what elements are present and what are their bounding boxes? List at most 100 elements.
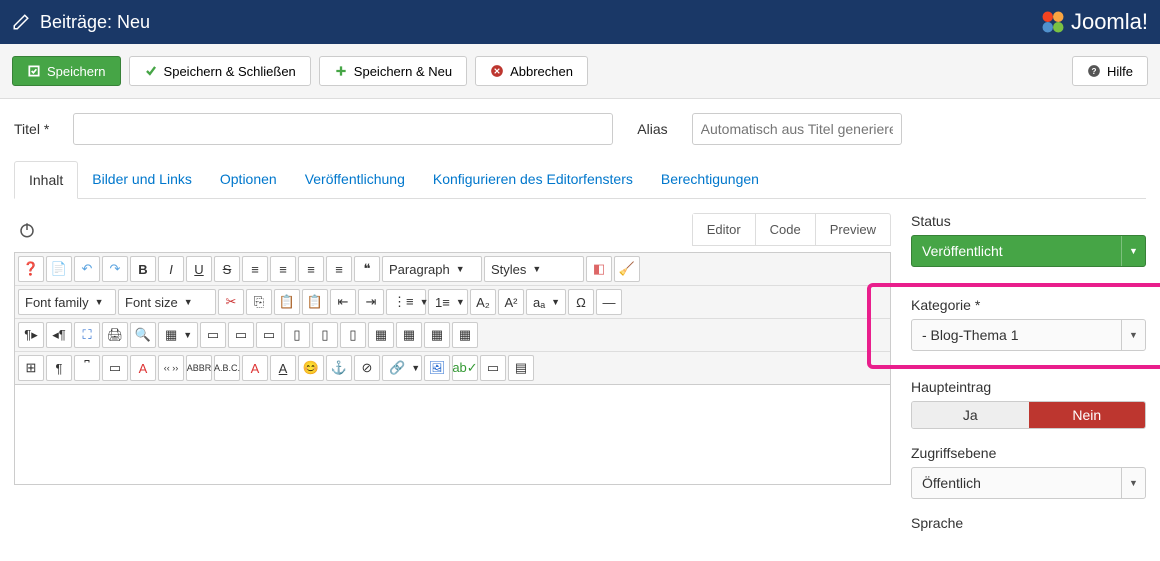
tab-editor-config[interactable]: Konfigurieren des Editorfensters [419, 161, 647, 198]
save-close-button[interactable]: Speichern & Schließen [129, 56, 311, 86]
featured-toggle[interactable]: Ja Nein [911, 401, 1146, 429]
align-center-icon[interactable]: ≡ [270, 256, 296, 282]
nonbreaking-icon[interactable]: ⎴ [74, 355, 100, 381]
list-ol-select[interactable]: 1≡▼ [428, 289, 468, 315]
alias-label: Alias [637, 121, 667, 137]
rtl-icon[interactable]: ◂¶ [46, 322, 72, 348]
cancel-button[interactable]: Abbrechen [475, 56, 588, 86]
admin-header: Beiträge: Neu Joomla! [0, 0, 1160, 44]
subscript-icon[interactable]: A₂ [470, 289, 496, 315]
ins-icon[interactable]: A [242, 355, 268, 381]
search-icon[interactable]: 🔍 [130, 322, 156, 348]
editor-toggle-button[interactable] [14, 217, 40, 243]
access-select[interactable]: Öffentlich ▼ [911, 467, 1146, 499]
fontsize-select[interactable]: Font size▼ [118, 289, 216, 315]
redo-icon[interactable]: ↷ [102, 256, 128, 282]
strike-icon[interactable]: S [214, 256, 240, 282]
list-ul-select[interactable]: ⋮≡▼ [386, 289, 426, 315]
superscript-icon[interactable]: A² [498, 289, 524, 315]
charmap-icon[interactable]: Ω [568, 289, 594, 315]
blockquote-icon[interactable]: ▭ [102, 355, 128, 381]
col-before-icon[interactable]: ▯ [312, 322, 338, 348]
paste-text-icon[interactable]: 📋 [302, 289, 328, 315]
print-icon[interactable]: 🖨 [102, 322, 128, 348]
paste-icon[interactable]: 📋 [274, 289, 300, 315]
editor-tab-editor[interactable]: Editor [693, 214, 756, 245]
cell-props-icon[interactable]: ▦ [424, 322, 450, 348]
bold-icon[interactable]: B [130, 256, 156, 282]
chevron-down-icon: ▼ [1121, 468, 1145, 498]
emoticon-icon[interactable]: 😊 [298, 355, 324, 381]
copy-icon[interactable]: ⎘ [246, 289, 272, 315]
align-right-icon[interactable]: ≡ [298, 256, 324, 282]
access-label: Zugriffsebene [911, 445, 1146, 461]
paragraph-select[interactable]: Paragraph▼ [382, 256, 482, 282]
table-del-icon[interactable]: ▦ [452, 322, 478, 348]
image-icon[interactable]: 🖼 [424, 355, 450, 381]
layer-icon[interactable]: ▭ [480, 355, 506, 381]
editor-tab-code[interactable]: Code [756, 214, 816, 245]
broom-icon[interactable]: 🧹 [614, 256, 640, 282]
quote-icon[interactable]: ❝ [354, 256, 380, 282]
joomla-flower-icon [1039, 8, 1067, 36]
newdoc-icon[interactable]: 📄 [46, 256, 72, 282]
align-justify-icon[interactable]: ≡ [326, 256, 352, 282]
hr-icon[interactable]: — [596, 289, 622, 315]
align-left-icon[interactable]: ≡ [242, 256, 268, 282]
cut-icon[interactable]: ✂ [218, 289, 244, 315]
joomla-logo: Joomla! [1039, 8, 1148, 36]
acronym-icon[interactable]: ABBR [186, 355, 212, 381]
col-after-icon[interactable]: ▯ [340, 322, 366, 348]
fontfamily-select[interactable]: Font family▼ [18, 289, 116, 315]
eraser-icon[interactable]: ◧ [586, 256, 612, 282]
status-label: Status [911, 213, 1146, 229]
save-button[interactable]: Speichern [12, 56, 121, 86]
tab-permissions[interactable]: Berechtigungen [647, 161, 773, 198]
styles-select[interactable]: Styles▼ [484, 256, 584, 282]
status-select[interactable]: Veröffentlicht ▼ [911, 235, 1146, 267]
help-button[interactable]: ? Hilfe [1072, 56, 1148, 86]
visualaid-icon[interactable]: ⊞ [18, 355, 44, 381]
spellcheck-icon[interactable]: ab✓ [452, 355, 478, 381]
undo-icon[interactable]: ↶ [74, 256, 100, 282]
row-delete-icon[interactable]: ▭ [200, 322, 226, 348]
title-input[interactable] [73, 113, 613, 145]
row-after-icon[interactable]: ▭ [256, 322, 282, 348]
row-before-icon[interactable]: ▭ [228, 322, 254, 348]
split-icon[interactable]: ▦ [396, 322, 422, 348]
del-icon[interactable]: A.B.C. [214, 355, 240, 381]
col-delete-icon[interactable]: ▯ [284, 322, 310, 348]
link-select[interactable]: 🔗▼ [382, 355, 422, 381]
alias-input[interactable] [692, 113, 902, 145]
template-icon[interactable]: ▤ [508, 355, 534, 381]
tab-inhalt[interactable]: Inhalt [14, 161, 78, 199]
help-icon[interactable]: ❓ [18, 256, 44, 282]
italic-icon[interactable]: I [158, 256, 184, 282]
tab-publish[interactable]: Veröffentlichung [291, 161, 419, 198]
merge-icon[interactable]: ▦ [368, 322, 394, 348]
ltr-icon[interactable]: ¶▸ [18, 322, 44, 348]
abbr-icon[interactable]: ‹‹ ›› [158, 355, 184, 381]
direction-select[interactable]: aₐ▼ [526, 289, 566, 315]
toggle-yes[interactable]: Ja [912, 402, 1029, 428]
toggle-no[interactable]: Nein [1029, 402, 1146, 428]
outdent-icon[interactable]: ⇤ [330, 289, 356, 315]
tab-bilder[interactable]: Bilder und Links [78, 161, 206, 198]
svg-text:?: ? [1091, 67, 1096, 76]
unlink-icon[interactable]: ⊘ [354, 355, 380, 381]
style-icon[interactable]: A [270, 355, 296, 381]
fullscreen-icon[interactable]: ⛶ [74, 322, 100, 348]
showblocks-icon[interactable]: ¶ [46, 355, 72, 381]
editor-tab-preview[interactable]: Preview [816, 214, 890, 245]
editor-content[interactable] [14, 385, 891, 485]
save-new-button[interactable]: Speichern & Neu [319, 56, 467, 86]
tab-optionen[interactable]: Optionen [206, 161, 291, 198]
help-icon: ? [1087, 64, 1101, 78]
table-select[interactable]: ▦▼ [158, 322, 198, 348]
anchor-icon[interactable]: ⚓ [326, 355, 352, 381]
textcolor-icon[interactable]: A [130, 355, 156, 381]
underline-icon[interactable]: U [186, 256, 212, 282]
pencil-icon [12, 13, 30, 31]
indent-icon[interactable]: ⇥ [358, 289, 384, 315]
category-select[interactable]: - Blog-Thema 1 ▼ [911, 319, 1146, 351]
